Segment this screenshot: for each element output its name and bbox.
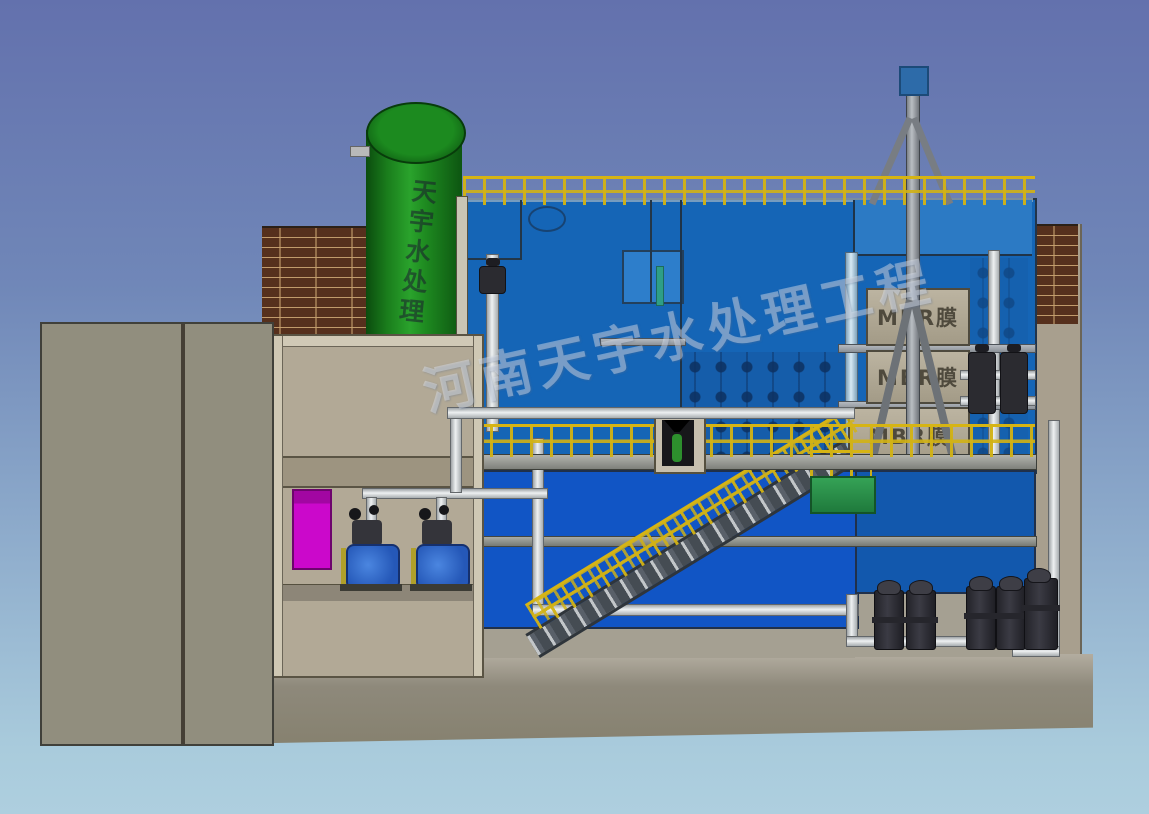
manhole-outline <box>528 206 566 232</box>
transfer-pipe-drop <box>450 417 462 493</box>
lower-tie-beam <box>460 536 1037 547</box>
pump-base <box>410 584 472 591</box>
brick-column-right <box>1036 224 1078 324</box>
valve-handwheel <box>439 505 449 515</box>
green-storage-tank-top <box>366 102 466 164</box>
tank-partition-line <box>520 200 522 260</box>
walkway-guardrail <box>470 424 1035 457</box>
tank-window-panel <box>622 250 684 304</box>
left-boundary-wall <box>40 322 274 746</box>
room-left-beam <box>274 336 283 676</box>
tank-inner-ledge <box>600 338 686 346</box>
blower-pump <box>996 586 1026 650</box>
magenta-cabinet <box>292 489 332 570</box>
tank-nozzle <box>350 146 370 157</box>
wall-seam <box>181 324 185 744</box>
transfer-pipe <box>447 407 855 419</box>
hoist-mast-cap <box>899 66 929 96</box>
manifold-valve <box>1000 352 1028 414</box>
pipe-valve <box>479 266 506 294</box>
valve-handwheel <box>369 505 379 515</box>
manifold-valve <box>968 352 996 414</box>
blower-pump <box>1024 578 1058 650</box>
valve-handwheel <box>419 508 431 520</box>
valve-handwheel <box>349 508 361 520</box>
tank-right-top-band <box>855 200 1032 256</box>
blower-pump <box>966 586 996 650</box>
tank-partition-line <box>650 200 652 302</box>
plant-3d-rendering: 天宇水处理 MBR膜 MBR膜 MBR膜 <box>0 0 1149 814</box>
equipment-green-column <box>672 434 682 462</box>
blower-header-riser <box>846 594 858 642</box>
pump-base <box>340 584 402 591</box>
blower-pump <box>906 590 936 650</box>
stair-landing-green <box>810 476 876 514</box>
top-guardrail <box>463 176 1035 205</box>
room-top-band <box>274 336 482 347</box>
green-riser-pipe <box>656 266 664 306</box>
room-right-beam <box>473 336 482 676</box>
pump-motor-works <box>422 520 452 546</box>
blower-pump <box>874 590 904 650</box>
pump-motor-works <box>352 520 382 546</box>
